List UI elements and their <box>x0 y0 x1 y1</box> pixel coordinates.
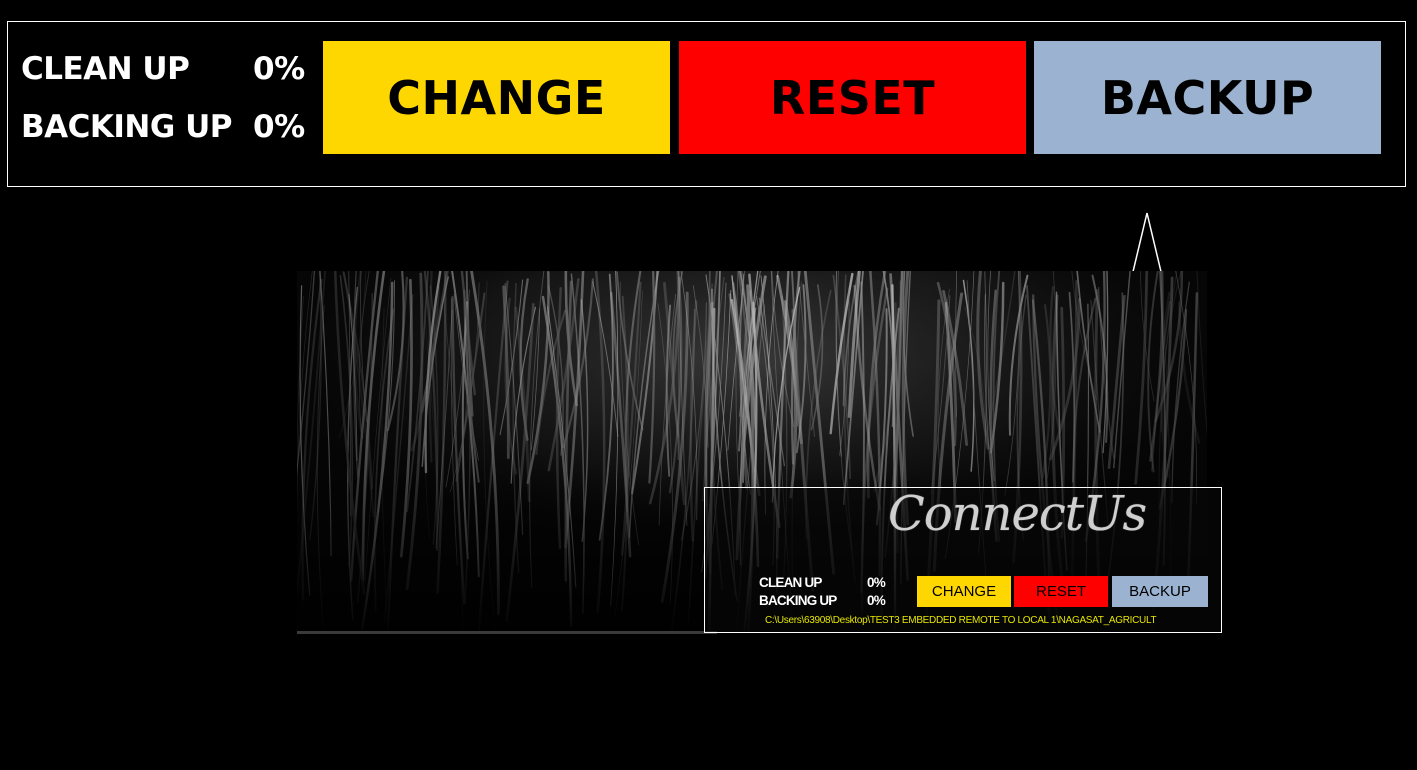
widget-backup-button[interactable]: BACKUP <box>1112 576 1208 607</box>
backing-up-percent: 0% <box>253 109 305 145</box>
widget-clean-up-label: CLEAN UP <box>759 575 822 590</box>
widget-change-button[interactable]: CHANGE <box>917 576 1011 607</box>
app-window: CLEAN UP 0% BACKING UP 0% CHANGE RESET B… <box>0 0 1417 770</box>
folder-path-text: C:\Users\63908\Desktop\TEST3 EMBEDDED RE… <box>765 615 1157 626</box>
change-button[interactable]: CHANGE <box>323 41 670 154</box>
connectus-widget: ConnectUs CLEAN UP 0% BACKING UP 0% CHAN… <box>704 487 1222 633</box>
connectus-logo: ConnectUs <box>888 487 1147 542</box>
backing-up-status: BACKING UP 0% <box>21 107 305 147</box>
widget-clean-up-status: CLEAN UP 0% <box>759 574 886 592</box>
widget-backing-up-percent: 0% <box>867 593 886 608</box>
widget-reset-button[interactable]: RESET <box>1014 576 1108 607</box>
picture-bottom-edge <box>297 631 717 634</box>
widget-clean-up-percent: 0% <box>867 575 886 590</box>
backup-button[interactable]: BACKUP <box>1034 41 1381 154</box>
zoomed-control-panel: CLEAN UP 0% BACKING UP 0% CHANGE RESET B… <box>7 21 1406 187</box>
backing-up-label: BACKING UP <box>21 109 233 145</box>
clean-up-status: CLEAN UP 0% <box>21 49 305 89</box>
widget-backing-up-status: BACKING UP 0% <box>759 592 886 610</box>
clean-up-label: CLEAN UP <box>21 51 190 87</box>
reset-button[interactable]: RESET <box>679 41 1026 154</box>
clean-up-percent: 0% <box>253 51 305 87</box>
widget-backing-up-label: BACKING UP <box>759 593 837 608</box>
